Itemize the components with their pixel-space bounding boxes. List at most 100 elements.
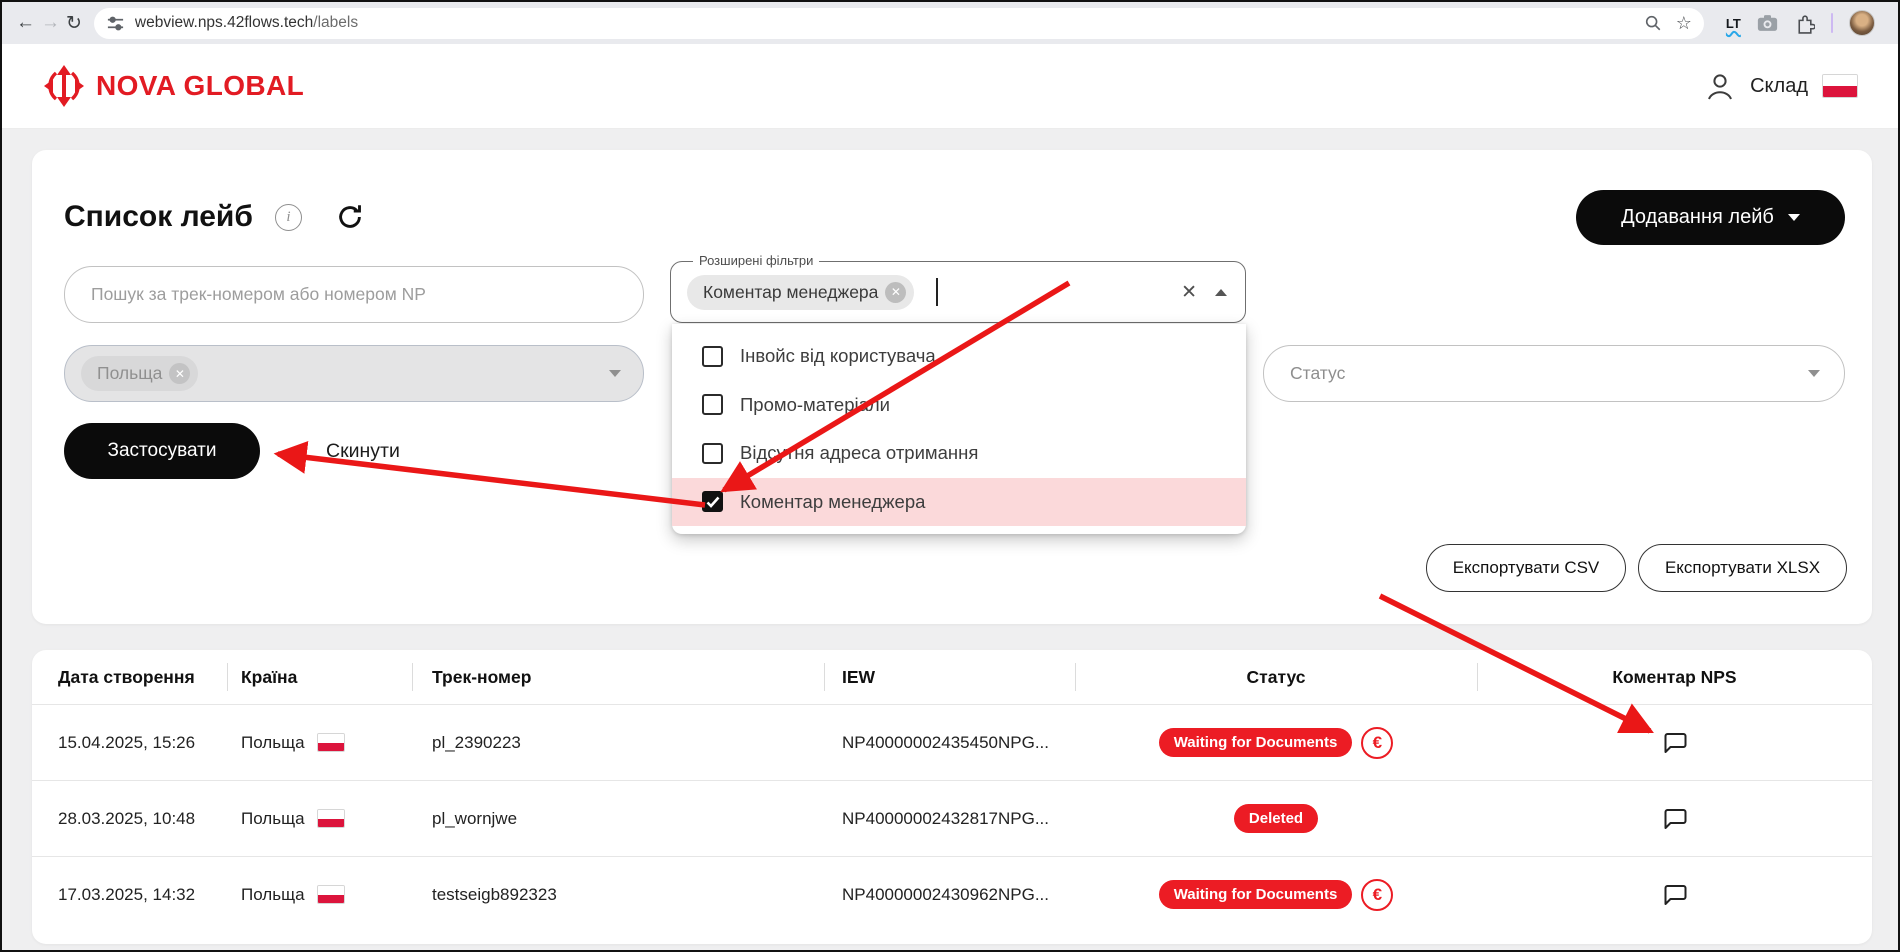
advanced-filters-field[interactable]: Розширені фільтри Коментар менеджера ✕ ✕ [670,253,1246,323]
refresh-icon[interactable] [335,202,365,237]
country-select-disabled: Польща ✕ [64,345,644,402]
poland-flag-icon [316,885,345,904]
cell-date: 28.03.2025, 10:48 [58,808,196,828]
table-row[interactable]: 15.04.2025, 15:26 Польща pl_2390223 NP40… [32,704,1872,780]
forward-icon[interactable]: → [41,8,60,38]
col-track: Трек-номер [412,650,824,704]
advanced-filters-dropdown: Інвойс від користувача Промо-матеріали В… [672,324,1246,534]
cell-country: Польща [227,885,412,905]
app-header: NOVA GLOBAL Склад [2,44,1898,129]
country-label: Польща [241,884,305,904]
status-badge: Waiting for Documents [1158,728,1353,757]
filter-option[interactable]: Інвойс від користувача [672,332,1246,381]
cell-iew: NP40000002430962NPG... [842,884,1049,904]
cell-status: Deleted [1075,804,1477,833]
country-chip: Польща ✕ [81,356,199,391]
status-badge: Waiting for Documents [1158,880,1353,909]
url-domain: webview.nps.42flows.tech [134,14,314,31]
cell-status: Waiting for Documents € [1075,878,1477,911]
euro-icon: € [1361,726,1394,759]
filter-option-label: Відсутня адреса отримання [740,442,979,464]
poland-flag-icon [1822,74,1858,98]
address-bar[interactable]: webview.nps.42flows.tech/labels ☆ [93,7,1704,39]
country-label: Польща [241,808,305,828]
cell-track: testseigb892323 [432,884,557,904]
url-text: webview.nps.42flows.tech/labels [135,14,1630,32]
filter-chip-label: Коментар менеджера [703,281,879,302]
table-row[interactable]: 28.03.2025, 10:48 Польща pl_wornjwe NP40… [32,780,1872,856]
filter-chip: Коментар менеджера ✕ [687,274,915,310]
filter-option-label: Промо-матеріали [740,393,891,415]
browser-menu-icon[interactable]: ⋮ [1891,13,1898,33]
export-xlsx-button[interactable]: Експортувати XLSX [1638,544,1847,592]
status-select[interactable]: Статус [1263,345,1845,402]
chip-delete-icon: ✕ [169,363,191,384]
add-labels-label: Додавання лейб [1621,206,1774,228]
extensions-puzzle-icon[interactable] [1794,13,1815,34]
export-csv-button[interactable]: Експортувати CSV [1426,544,1626,592]
filter-option-label: Інвойс від користувача [740,345,936,367]
zoom-icon[interactable] [1644,14,1662,32]
cell-date: 15.04.2025, 15:26 [58,732,196,752]
country-chip-label: Польща [97,363,163,383]
cell-date: 17.03.2025, 14:32 [58,884,196,904]
chevron-down-icon [609,370,621,377]
browser-toolbar: ← → ↻ webview.nps.42flows.tech/labels ☆ … [2,2,1898,44]
lt-extension-icon[interactable]: LT [1726,16,1741,31]
clear-icon[interactable]: ✕ [1181,281,1197,304]
table-header: Дата створення Країна Трек-номер IEW Ста… [32,650,1872,704]
info-icon[interactable]: i [275,204,302,231]
filter-option-label: Коментар менеджера [740,490,926,512]
cell-iew: NP40000002435450NPG... [842,732,1049,752]
filter-option[interactable]: Відсутня адреса отримання [672,429,1246,478]
browser-extensions-area: LT ⋮ [1726,10,1898,36]
checkbox-unchecked-icon[interactable] [702,394,723,416]
table-row[interactable]: 17.03.2025, 14:32 Польща testseigb892323… [32,856,1872,932]
cell-track: pl_2390223 [432,732,521,752]
bookmark-star-icon[interactable]: ☆ [1676,13,1692,34]
euro-icon: € [1361,878,1394,911]
url-path: /labels [313,14,359,31]
cell-status: Waiting for Documents € [1075,726,1477,759]
site-info-icon[interactable] [106,14,125,33]
search-input[interactable] [64,266,644,323]
add-labels-button[interactable]: Додавання лейб [1576,190,1845,245]
brand: NOVA GLOBAL [42,64,304,108]
reload-icon[interactable]: ↻ [66,8,82,38]
filter-option[interactable]: Промо-матеріали [672,381,1246,430]
cell-iew: NP40000002432817NPG... [842,808,1049,828]
col-comment: Коментар NPS [1477,650,1872,704]
poland-flag-icon [316,733,345,752]
advanced-filters-label: Розширені фільтри [693,253,820,268]
page: ← → ↻ webview.nps.42flows.tech/labels ☆ … [0,0,1900,952]
chevron-down-icon [1808,370,1820,377]
col-date: Дата створення [58,666,195,687]
chevron-up-icon[interactable] [1215,288,1227,296]
col-iew: IEW [824,650,1075,704]
comment-icon[interactable] [1661,730,1688,756]
checkbox-checked-icon[interactable] [702,491,723,513]
cell-country: Польща [227,733,412,753]
poland-flag-icon [316,809,345,828]
status-badge: Deleted [1233,804,1319,833]
chip-delete-icon[interactable]: ✕ [885,281,907,303]
user-zone[interactable]: Склад [1704,70,1858,102]
comment-icon[interactable] [1661,806,1688,832]
col-country: Країна [227,650,412,704]
chevron-down-icon [1787,214,1800,221]
checkbox-unchecked-icon[interactable] [702,442,723,464]
camera-extension-icon[interactable] [1757,14,1778,32]
user-name: Склад [1750,74,1808,97]
checkbox-unchecked-icon[interactable] [702,345,723,367]
browser-profile-avatar[interactable] [1848,10,1875,36]
back-icon[interactable]: ← [16,8,35,38]
cell-track: pl_wornjwe [432,808,518,828]
comment-icon[interactable] [1661,882,1688,908]
apply-button[interactable]: Застосувати [64,423,260,479]
brand-logo-icon [44,65,84,107]
country-label: Польща [241,732,305,752]
cell-comment [1477,806,1872,832]
user-icon [1708,74,1733,100]
filter-option-selected[interactable]: Коментар менеджера [672,477,1246,526]
reset-button[interactable]: Скинути [326,423,400,479]
